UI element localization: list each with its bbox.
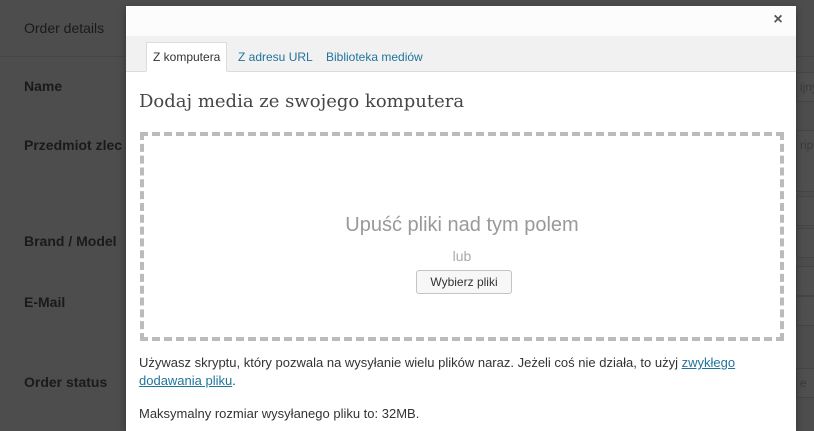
page-title: Dodaj media ze swojego komputera [139,91,465,112]
drop-zone-text: Upuść pliki nad tym polem [345,214,579,236]
order-status-text: e [800,376,807,390]
field-label-brand-model: Brand / Model [24,233,117,249]
close-icon[interactable]: × [768,10,788,30]
field-label-order-status: Order status [24,374,108,390]
model-field[interactable] [796,228,814,258]
field-label-name: Name [24,78,63,94]
tab-media-library[interactable]: Biblioteka mediów [326,44,423,71]
max-upload-size: Maksymalny rozmiar wysyłanego pliku to: … [139,406,420,421]
extra-field[interactable] [796,266,814,296]
media-tabs: Z komputera Z adresu URL Biblioteka medi… [126,36,796,72]
media-upload-modal: × Z komputera Z adresu URL Biblioteka me… [126,6,796,431]
name-field-text: ijny [800,80,814,94]
uploader-info-text: Używasz skryptu, który pozwala na wysyła… [139,355,682,370]
select-files-button[interactable]: Wybierz pliki [416,270,512,294]
background-title: Order details [24,20,105,36]
drop-zone[interactable]: Upuść pliki nad tym polem lub Wybierz pl… [140,132,784,341]
email-field[interactable] [796,296,814,326]
tab-from-computer[interactable]: Z komputera [146,42,228,72]
uploader-info: Używasz skryptu, który pozwala na wysyła… [139,354,769,390]
field-label-email: E-Mail [24,294,66,310]
tab-from-url[interactable]: Z adresu URL [238,44,313,71]
field-label-przedmiot: Przedmiot zlec [24,137,123,153]
modal-topbar: × [126,6,796,36]
brand-field[interactable] [796,196,814,226]
uploader-info-end: . [232,373,236,388]
przedmiot-field-text: rip [800,138,814,152]
drop-zone-or: lub [452,248,472,264]
